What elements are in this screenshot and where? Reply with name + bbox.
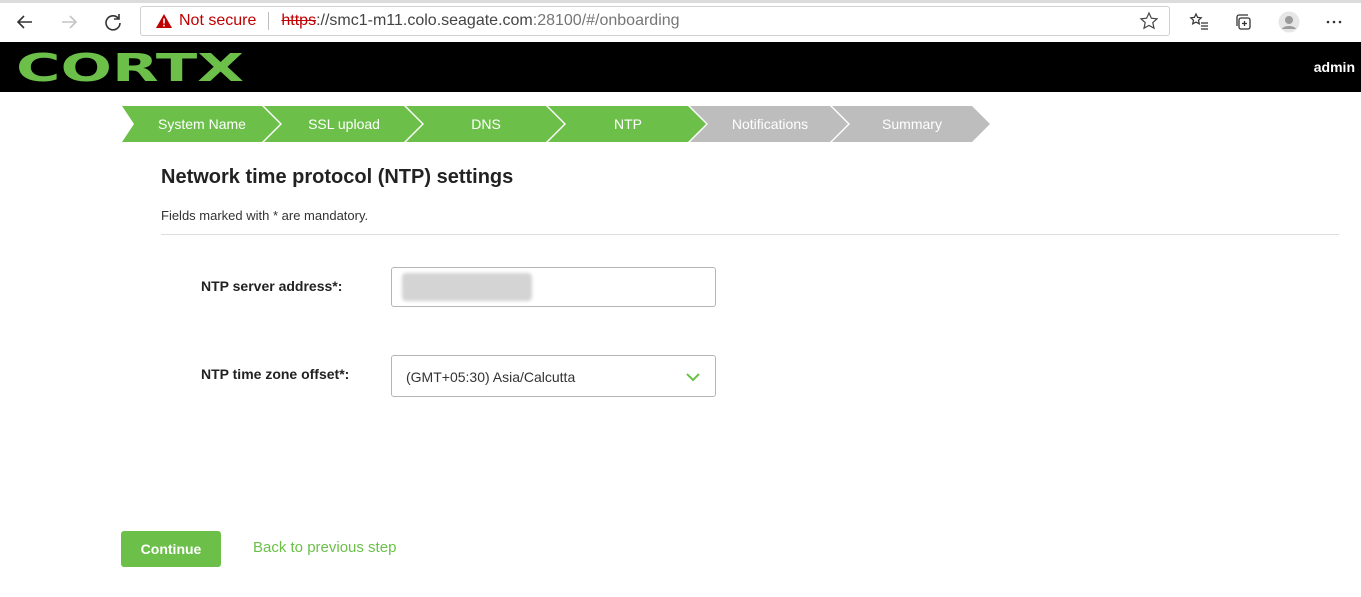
svg-text:CORTX: CORTX xyxy=(16,50,244,84)
timezone-selected-value: (GMT+05:30) Asia/Calcutta xyxy=(406,369,576,385)
back-arrow-icon[interactable] xyxy=(13,10,37,34)
stepper-step: Summary xyxy=(832,106,992,142)
address-bar[interactable]: Not secure https ://smc1-m11.colo.seagat… xyxy=(140,6,1170,36)
mandatory-note: Fields marked with * are mandatory. xyxy=(161,208,369,223)
cortx-logo: CORTX xyxy=(16,46,246,90)
ntp-server-input[interactable] xyxy=(391,267,716,307)
stepper-step: System Name xyxy=(122,106,282,142)
stepper-step: NTP xyxy=(548,106,708,142)
stepper-step-label: System Name xyxy=(158,116,246,132)
ntp-server-label: NTP server address*: xyxy=(201,278,343,294)
security-status-label[interactable]: Not secure xyxy=(179,12,256,30)
timezone-label: NTP time zone offset*: xyxy=(201,366,350,382)
page-title: Network time protocol (NTP) settings xyxy=(161,166,514,188)
tab-strip-edge xyxy=(0,0,1361,3)
stepper-step-label: NTP xyxy=(614,116,642,132)
favorites-list-icon[interactable] xyxy=(1187,10,1211,34)
warning-icon xyxy=(155,12,173,30)
url-path: :28100/#/onboarding xyxy=(532,12,680,29)
continue-button[interactable]: Continue xyxy=(121,531,221,567)
app-header: CORTX admin xyxy=(0,42,1361,92)
more-options-icon[interactable] xyxy=(1322,10,1346,34)
stepper-step-label: Notifications xyxy=(731,116,809,132)
chevron-down-icon xyxy=(685,370,701,388)
timezone-select[interactable]: (GMT+05:30) Asia/Calcutta xyxy=(391,355,716,397)
stepper-step: SSL upload xyxy=(264,106,424,142)
refresh-icon[interactable] xyxy=(101,10,125,34)
favorite-star-icon[interactable] xyxy=(1139,11,1159,31)
section-divider xyxy=(161,234,1339,235)
url-scheme: https xyxy=(281,12,317,29)
stepper-step: DNS xyxy=(406,106,566,142)
address-separator xyxy=(268,12,270,30)
collections-icon[interactable] xyxy=(1232,10,1256,34)
forward-arrow-icon[interactable] xyxy=(57,10,81,34)
redacted-value xyxy=(402,273,532,301)
profile-avatar-icon[interactable] xyxy=(1277,10,1301,34)
url-host: ://smc1-m11.colo.seagate.com xyxy=(316,12,533,29)
stepper-step-label: Summary xyxy=(882,116,942,132)
stepper-step-label: DNS xyxy=(471,116,501,132)
stepper-step: Notifications xyxy=(690,106,850,142)
browser-toolbar: Not secure https ://smc1-m11.colo.seagat… xyxy=(0,0,1361,43)
user-menu[interactable]: admin xyxy=(1314,59,1355,75)
stepper-step-label: SSL upload xyxy=(308,116,380,132)
back-to-previous-link[interactable]: Back to previous step xyxy=(253,539,396,556)
